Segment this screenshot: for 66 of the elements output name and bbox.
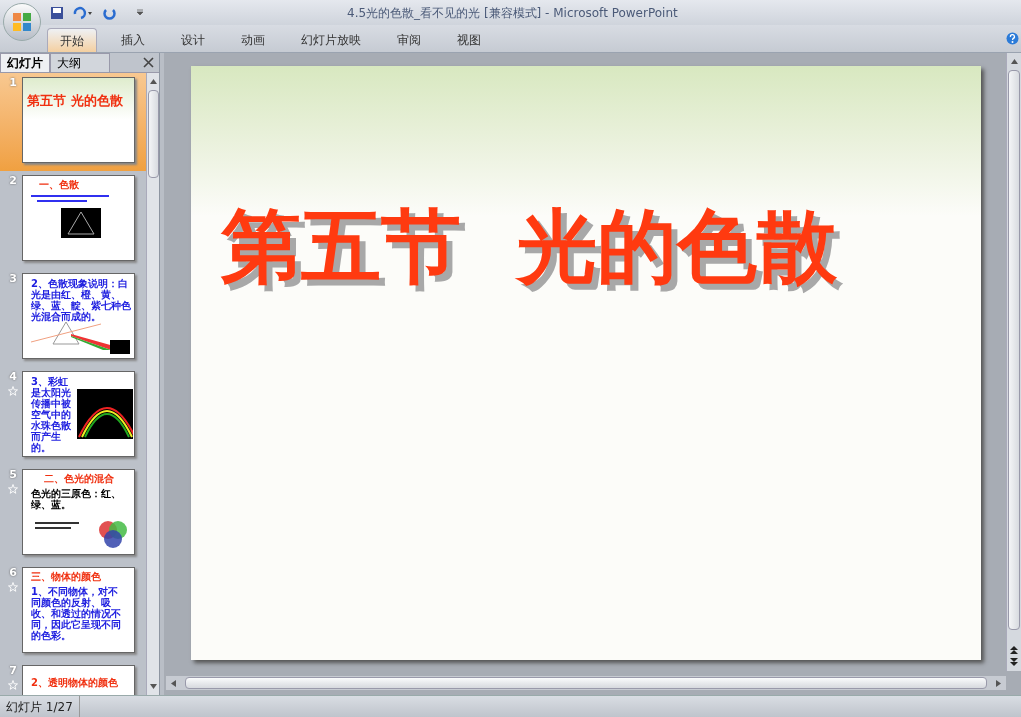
- slide-number: 3: [9, 273, 17, 284]
- thumbnail-title: 2、透明物体的颜色: [31, 678, 119, 688]
- slide-thumbnail-row[interactable]: 7 2、透明物体的颜色: [0, 661, 146, 695]
- ribbon-tab[interactable]: 动画: [229, 28, 277, 52]
- slide-number: 1: [9, 77, 17, 88]
- slide-thumbnail[interactable]: 第五节 光的色散: [22, 77, 135, 163]
- close-icon[interactable]: [143, 57, 154, 68]
- scroll-down-icon[interactable]: [148, 682, 158, 691]
- ribbon-tab[interactable]: 开始: [47, 28, 97, 52]
- slide-thumbnail-row[interactable]: 1 第五节 光的色散: [0, 73, 146, 171]
- slide-number: 7: [9, 665, 17, 676]
- slide-thumbnail-row[interactable]: 3 2、色散现象说明：白光是由红、橙、黄、绿、蓝、靛、紫七种色光混合而成的。: [0, 269, 146, 367]
- scrollbar-thumb[interactable]: [147, 90, 159, 178]
- ribbon-tab[interactable]: 幻灯片放映: [289, 28, 373, 52]
- pane-tab[interactable]: 幻灯片: [0, 53, 50, 72]
- thumbnail-text: 1、不同物体，对不同颜色的反射、吸收、和透过的情况不同，因此它呈现不同的色彩。: [31, 586, 122, 641]
- slide-thumbnail[interactable]: 一、色散: [22, 175, 135, 261]
- thumbnail-title: 第五节 光的色散: [27, 94, 124, 107]
- thumbnail-title: 一、色散: [39, 180, 80, 190]
- thumbnail-text: 色光的三原色：红、绿、蓝。: [31, 488, 122, 510]
- thumbnail-text: 2、色散现象说明：白光是由红、橙、黄、绿、蓝、靛、紫七种色光混合而成的。: [31, 278, 132, 322]
- office-logo-icon: [12, 12, 32, 32]
- window-title: 4.5光的色散_看不见的光 [兼容模式] - Microsoft PowerPoint: [347, 5, 678, 22]
- slide-number: 2: [9, 175, 17, 186]
- slide-thumbnail[interactable]: 二、色光的混合 色光的三原色：红、绿、蓝。: [22, 469, 135, 555]
- thumbnail-title: 二、色光的混合: [42, 474, 115, 484]
- horizontal-scrollbar[interactable]: [166, 676, 1006, 690]
- slide-thumbnail-row[interactable]: 6 三、物体的颜色 1、不同物体，对不同颜色的反射、吸收、和透过的情况不同，因此它呈现不同的色彩。: [0, 563, 146, 661]
- prism-picture: [60, 208, 101, 238]
- scrollbar-thumb[interactable]: [1008, 70, 1020, 630]
- ribbon-tab[interactable]: 审阅: [385, 28, 433, 52]
- slide-thumbnail-row[interactable]: 5 二、色光的混合 色光的三原色：红、绿、蓝。: [0, 465, 146, 563]
- customize-toolbar-icon[interactable]: [136, 8, 144, 17]
- ribbon-tab[interactable]: 视图: [445, 28, 493, 52]
- pane-tab[interactable]: 大纲: [50, 53, 110, 72]
- light-photo-placeholder: [110, 340, 130, 354]
- slide-number: 4: [9, 371, 17, 382]
- save-icon[interactable]: [50, 5, 64, 20]
- slide-number: 5: [9, 469, 17, 480]
- vertical-scrollbar[interactable]: [1006, 53, 1021, 671]
- thumbnail-title: 三、物体的颜色: [31, 572, 102, 582]
- slide-thumbnail-row[interactable]: 4 3、彩虹是太阳光传播中被空气中的水珠色散而产生的。: [0, 367, 146, 465]
- office-button[interactable]: [3, 3, 41, 41]
- slide-thumbnail[interactable]: 2、色散现象说明：白光是由红、橙、黄、绿、蓝、靛、紫七种色光混合而成的。: [22, 273, 135, 359]
- slide-thumbnail[interactable]: 3、彩虹是太阳光传播中被空气中的水珠色散而产生的。: [22, 371, 135, 457]
- ribbon-tab[interactable]: 设计: [169, 28, 217, 52]
- vertical-scrollbar[interactable]: [146, 73, 159, 695]
- scrollbar-thumb[interactable]: [185, 677, 987, 689]
- scroll-up-icon[interactable]: [1009, 57, 1019, 66]
- help-icon[interactable]: [1006, 32, 1019, 45]
- ribbon-tab[interactable]: 插入: [109, 28, 157, 52]
- rainbow-picture: [77, 389, 133, 439]
- undo-icon[interactable]: [72, 5, 94, 20]
- thumbnail-text: 3、彩虹是太阳光传播中被空气中的水珠色散而产生的。: [31, 375, 72, 453]
- slide-number: 6: [9, 567, 17, 578]
- previous-slide-icon[interactable]: [1009, 645, 1019, 655]
- scroll-left-icon[interactable]: [170, 678, 177, 688]
- next-slide-icon[interactable]: [1009, 657, 1019, 667]
- slide-counter: 幻灯片 1/27: [0, 696, 80, 717]
- scroll-right-icon[interactable]: [995, 678, 1002, 688]
- illegible-text-lines: [35, 522, 79, 530]
- slide-thumbnail[interactable]: 三、物体的颜色 1、不同物体，对不同颜色的反射、吸收、和透过的情况不同，因此它呈现不同的色彩。: [22, 567, 135, 653]
- scroll-up-icon[interactable]: [148, 77, 158, 86]
- slide-title: 第五节 光的色散: [221, 206, 837, 286]
- slide-thumbnail[interactable]: 2、透明物体的颜色: [22, 665, 135, 695]
- slide-thumbnail-row[interactable]: 2 一、色散: [0, 171, 146, 269]
